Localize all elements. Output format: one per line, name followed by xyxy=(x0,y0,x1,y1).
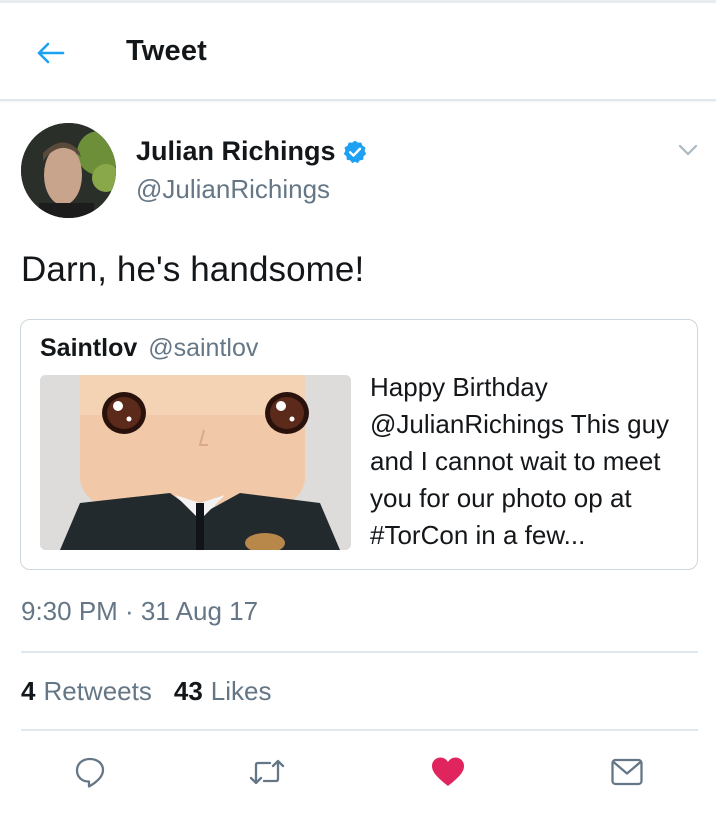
author-handle[interactable]: @JulianRichings xyxy=(136,174,330,205)
quoted-author-handle: @saintlov xyxy=(148,334,259,362)
divider xyxy=(21,651,698,653)
retweets-label: Retweets xyxy=(43,676,152,706)
chevron-down-icon xyxy=(678,144,698,156)
divider xyxy=(21,729,698,731)
reply-button[interactable] xyxy=(68,752,112,792)
tweet-text: Darn, he's handsome! xyxy=(21,250,365,289)
retweets-stat[interactable]: 4 Retweets xyxy=(21,676,152,707)
quoted-tweet-text: Happy Birthday @JulianRichings This guy … xyxy=(370,372,670,550)
heart-icon xyxy=(432,757,464,786)
reply-icon xyxy=(75,757,105,788)
like-button[interactable] xyxy=(426,752,470,792)
engagement-stats: 4 Retweets 43 Likes xyxy=(21,676,271,707)
quoted-tweet-card[interactable]: Saintlov @saintlov Happy Birthday @Julia… xyxy=(20,319,698,570)
quoted-tweet-image[interactable] xyxy=(40,375,351,550)
likes-stat[interactable]: 43 Likes xyxy=(174,676,272,707)
avatar[interactable] xyxy=(21,123,116,218)
retweet-button[interactable] xyxy=(245,752,289,792)
likes-count: 43 xyxy=(173,676,203,706)
more-options-button[interactable] xyxy=(676,141,700,159)
share-icon xyxy=(611,758,643,786)
author-name-row: Julian Richings xyxy=(136,136,368,167)
verified-badge-icon xyxy=(343,140,366,163)
tweet-timestamp: 9:30 PM · 31 Aug 17 xyxy=(21,596,259,626)
quoted-tweet-header: Saintlov @saintlov xyxy=(40,334,258,363)
arrow-left-icon xyxy=(37,42,65,64)
funko-figure-image xyxy=(40,375,351,550)
author-name[interactable]: Julian Richings xyxy=(136,136,336,167)
retweets-count: 4 xyxy=(21,676,36,706)
likes-label: Likes xyxy=(210,676,272,706)
header-title: Tweet xyxy=(126,35,208,67)
share-button[interactable] xyxy=(605,752,649,792)
avatar-image xyxy=(21,123,116,218)
retweet-icon xyxy=(249,759,285,785)
app-header: Tweet xyxy=(0,3,716,101)
back-button[interactable] xyxy=(28,33,72,73)
quoted-author-name: Saintlov xyxy=(40,334,138,362)
